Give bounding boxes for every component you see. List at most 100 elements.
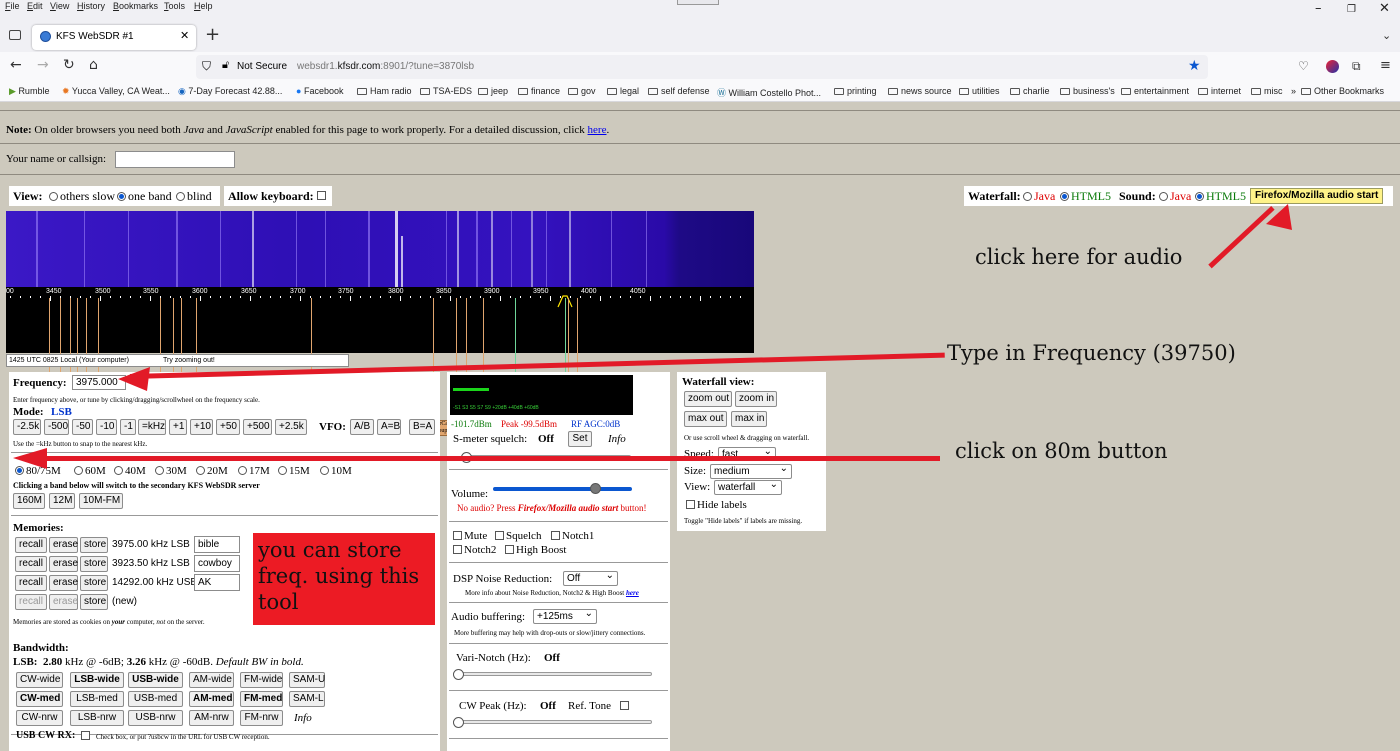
bookmark-folder-utilities[interactable]: utilities — [959, 86, 1000, 96]
back-icon[interactable]: ← — [10, 57, 22, 73]
bandwidth-lsb-med-button[interactable]: LSB-med — [70, 691, 124, 707]
bandwidth-info-link[interactable]: Info — [294, 712, 312, 724]
bookmark-folder-business[interactable]: business's — [1060, 86, 1115, 96]
bookmark-folder-misc[interactable]: misc — [1251, 86, 1283, 96]
waterfall-display[interactable] — [6, 211, 754, 287]
vari-notch-slider-knob[interactable] — [453, 669, 464, 680]
step-plus-2.5k-button[interactable]: +2.5k — [275, 419, 307, 435]
radio-icon[interactable] — [238, 466, 247, 475]
mute-checkbox[interactable]: Mute — [453, 530, 487, 542]
bookmark-folder-tsa-eds[interactable]: TSA-EDS — [420, 86, 472, 96]
memory-store-button[interactable]: store — [80, 556, 108, 572]
radio-selected-icon[interactable] — [1195, 192, 1204, 201]
lock-warning-icon[interactable]: 🔓︎ — [222, 59, 229, 72]
bookmark-star-icon[interactable]: ★ — [1188, 57, 1201, 74]
checkbox-icon[interactable] — [686, 500, 695, 509]
step-minus-500-button[interactable]: -500 — [44, 419, 69, 435]
bandwidth-am-wide-button[interactable]: AM-wide — [189, 672, 234, 688]
view-blind[interactable]: blind — [176, 189, 212, 204]
memory-store-button[interactable]: store — [80, 575, 108, 591]
sound-java-option[interactable]: Java — [1159, 189, 1191, 204]
radio-icon[interactable] — [1159, 192, 1168, 201]
checkbox-icon[interactable] — [505, 545, 514, 554]
radio-icon[interactable] — [74, 466, 83, 475]
high-boost-checkbox[interactable]: High Boost — [505, 544, 566, 556]
volume-slider-knob[interactable] — [590, 483, 601, 494]
bandwidth-usb-wide-button[interactable]: USB-wide — [128, 672, 183, 688]
bookmark-facebook[interactable]: ● Facebook — [296, 86, 343, 96]
bookmark-folder-gov[interactable]: gov — [568, 86, 596, 96]
bandwidth-sam-l-button[interactable]: SAM-L — [289, 691, 325, 707]
bookmark-folder-other[interactable]: Other Bookmarks — [1301, 86, 1384, 96]
menu-file[interactable]: File — [5, 1, 20, 11]
bandwidth-usb-med-button[interactable]: USB-med — [128, 691, 183, 707]
close-window-icon[interactable]: ✕ — [1379, 1, 1390, 16]
bandwidth-lsb-nrw-button[interactable]: LSB-nrw — [70, 710, 124, 726]
zoom-out-button[interactable]: zoom out — [684, 391, 732, 407]
step-minus-2.5k-button[interactable]: -2.5k — [13, 419, 41, 435]
bandwidth-fm-med-button[interactable]: FM-med — [240, 691, 283, 707]
memory-name-input[interactable]: AK — [194, 574, 240, 591]
callsign-input[interactable] — [115, 151, 235, 168]
checkbox-icon[interactable] — [453, 531, 462, 540]
url-text[interactable]: websdr1.kfsdr.com:8901/?tune=3870lsb — [297, 61, 474, 72]
radio-icon[interactable] — [114, 466, 123, 475]
bandwidth-sam-u-button[interactable]: SAM-U — [289, 672, 325, 688]
volume-slider-track[interactable] — [493, 487, 632, 491]
step-plus-1-button[interactable]: +1 — [169, 419, 187, 435]
vfo-a-equals-b-button[interactable]: A=B — [377, 419, 401, 435]
squelch-checkbox[interactable]: Squelch — [495, 530, 541, 542]
waterfall-html5-option[interactable]: HTML5 — [1060, 189, 1111, 204]
band-60m-radio[interactable]: 60M — [74, 465, 106, 477]
hide-labels-checkbox[interactable]: Hide labels — [686, 499, 747, 511]
tab-kfs-websdr[interactable]: KFS WebSDR #1 ✕ — [32, 25, 196, 50]
bookmark-folder-news-source[interactable]: news source — [888, 86, 952, 96]
radio-icon[interactable] — [1023, 192, 1032, 201]
bandwidth-cw-wide-button[interactable]: CW-wide — [16, 672, 63, 688]
bookmark-william-costello[interactable]: Ⓦ William Costello Phot... — [717, 86, 821, 99]
band-20m-radio[interactable]: 20M — [196, 465, 228, 477]
vfo-swap-button[interactable]: A/B — [350, 419, 374, 435]
band-160m-button[interactable]: 160M — [13, 493, 45, 509]
dsp-info-link[interactable]: here — [626, 589, 639, 597]
usb-cw-checkbox[interactable] — [81, 731, 90, 740]
url-bar[interactable]: ⛉ 🔓︎ Not Secure websdr1.kfsdr.com:8901/?… — [196, 55, 1208, 79]
chevron-down-icon[interactable]: ⌄ — [1382, 29, 1391, 42]
max-in-button[interactable]: max in — [731, 411, 767, 427]
memory-recall-button[interactable]: recall — [15, 537, 47, 553]
bandwidth-lsb-wide-button[interactable]: LSB-wide — [70, 672, 124, 688]
bookmark-folder-entertainment[interactable]: entertainment — [1121, 86, 1189, 96]
notch1-checkbox[interactable]: Notch1 — [551, 530, 594, 542]
menu-help[interactable]: Help — [194, 1, 213, 11]
memory-recall-button[interactable]: recall — [15, 575, 47, 591]
checkbox-icon[interactable] — [495, 531, 504, 540]
menu-edit[interactable]: Edit — [27, 1, 43, 11]
bookmark-folder-printing[interactable]: printing — [834, 86, 877, 96]
band-10m-fm-button[interactable]: 10M-FM — [79, 493, 123, 509]
step-minus-10-button[interactable]: -10 — [96, 419, 117, 435]
radio-icon[interactable] — [49, 192, 58, 201]
step-plus-50-button[interactable]: +50 — [216, 419, 240, 435]
band-17m-radio[interactable]: 17M — [238, 465, 270, 477]
vari-notch-slider-track[interactable] — [453, 672, 652, 676]
memory-erase-button[interactable]: erase — [49, 556, 78, 572]
memory-name-input[interactable]: cowboy — [194, 555, 240, 572]
dsp-select[interactable]: Off — [563, 569, 618, 586]
bookmark-folder-finance[interactable]: finance — [518, 86, 560, 96]
bookmark-folder-ham-radio[interactable]: Ham radio — [357, 86, 412, 96]
step-plus-10-button[interactable]: +10 — [190, 419, 213, 435]
memory-erase-button[interactable]: erase — [49, 537, 78, 553]
memory-recall-button[interactable]: recall — [15, 594, 47, 610]
checkbox-icon[interactable] — [551, 531, 560, 540]
restore-icon[interactable]: ❐ — [1347, 4, 1356, 15]
cw-peak-slider-knob[interactable] — [453, 717, 464, 728]
security-label[interactable]: Not Secure — [237, 61, 287, 72]
bandwidth-am-nrw-button[interactable]: AM-nrw — [189, 710, 234, 726]
account-icon[interactable] — [1326, 60, 1339, 73]
bookmarks-overflow-icon[interactable]: » — [1291, 86, 1296, 96]
radio-selected-icon[interactable] — [117, 192, 126, 201]
forward-icon[interactable]: → — [37, 57, 49, 73]
squelch-info[interactable]: Info — [608, 433, 626, 445]
memory-recall-button[interactable]: recall — [15, 556, 47, 572]
bandwidth-cw-nrw-button[interactable]: CW-nrw — [16, 710, 63, 726]
